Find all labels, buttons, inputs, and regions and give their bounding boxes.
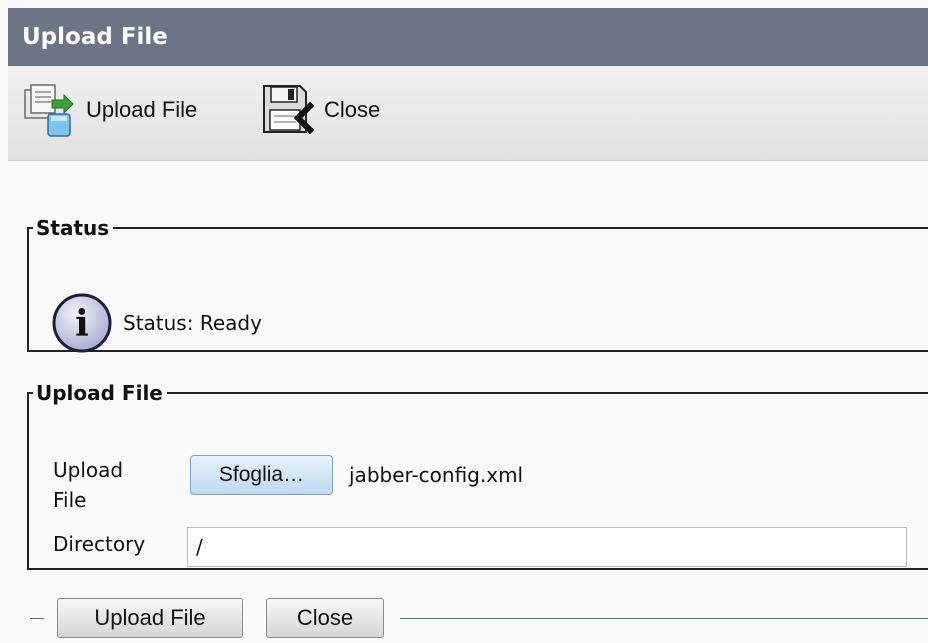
bottom-divider-right xyxy=(400,618,928,619)
info-icon: i xyxy=(52,293,112,353)
selected-file-name: jabber-config.xml xyxy=(349,463,524,487)
toolbar-close-button[interactable]: Close xyxy=(260,80,380,140)
page-title: Upload File xyxy=(8,8,928,66)
upload-file-legend: Upload File xyxy=(36,381,163,405)
toolbar-close-label: Close xyxy=(324,97,381,122)
toolbar-upload-file-button[interactable]: Upload File xyxy=(22,80,197,140)
floppy-close-icon xyxy=(263,85,315,135)
bottom-divider-left xyxy=(30,618,44,619)
upload-file-label: Upload File xyxy=(53,458,124,512)
status-row: i Status: Ready xyxy=(51,292,262,354)
status-group: Status i Status: Ready xyxy=(27,216,928,354)
svg-text:i: i xyxy=(75,303,89,345)
toolbar-upload-label: Upload File xyxy=(86,97,198,122)
upload-file-group: Upload File Upload File Sfoglia… jabber-… xyxy=(27,381,928,570)
close-button[interactable]: Close xyxy=(266,598,384,638)
status-legend: Status xyxy=(36,216,110,240)
upload-file-icon xyxy=(24,84,74,137)
upload-file-button[interactable]: Upload File xyxy=(57,598,243,638)
toolbar: Upload File Close xyxy=(8,66,928,161)
status-text: Status: Ready xyxy=(123,311,262,335)
browse-button[interactable]: Sfoglia… xyxy=(190,455,333,495)
directory-input[interactable] xyxy=(187,527,907,567)
bottom-action-bar: Upload File Close xyxy=(0,596,928,640)
directory-label: Directory xyxy=(53,532,146,556)
